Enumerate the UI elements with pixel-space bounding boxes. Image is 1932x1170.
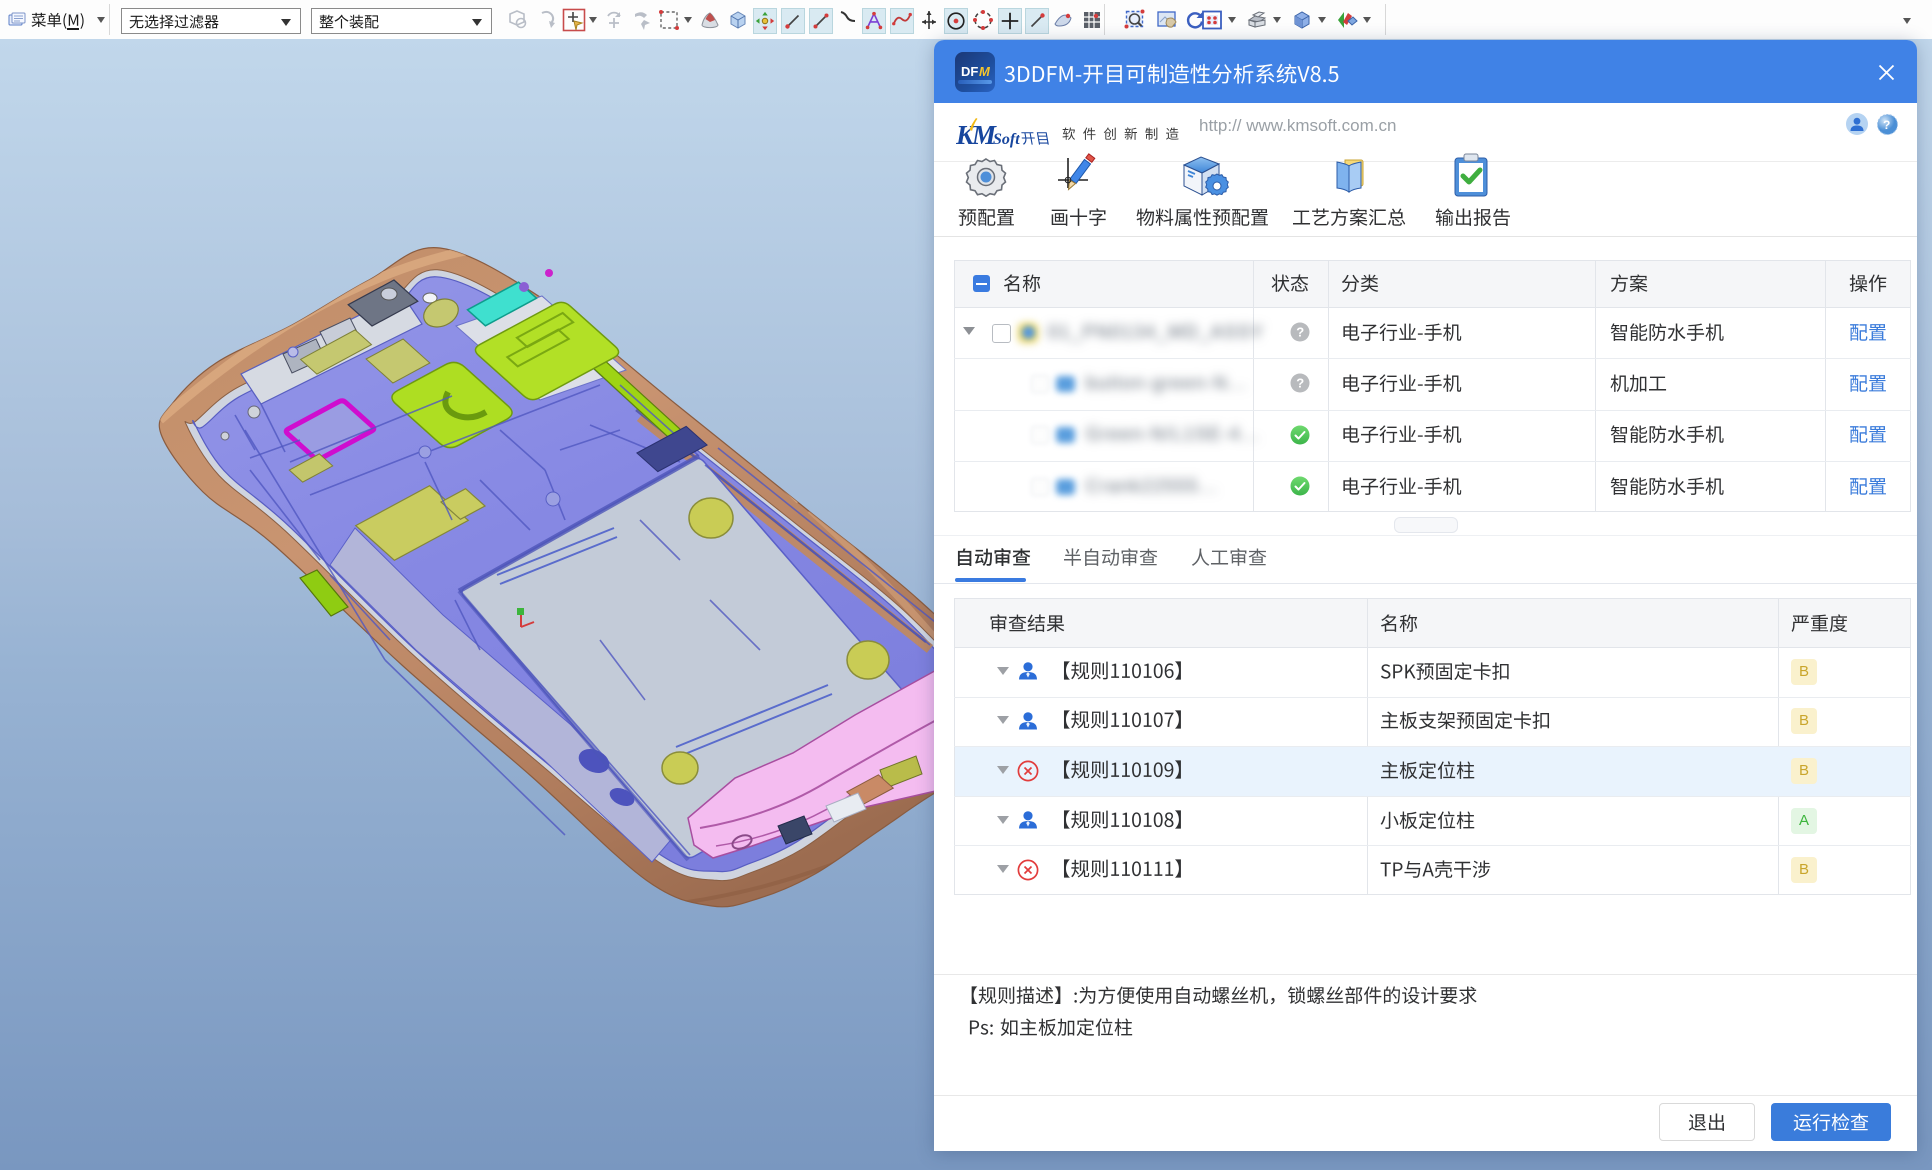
svg-text:?: ? bbox=[1296, 325, 1304, 340]
svg-text:DF: DF bbox=[961, 64, 978, 79]
svg-text:?: ? bbox=[1296, 376, 1304, 391]
svg-text:M: M bbox=[979, 64, 991, 79]
svg-text:Soft: Soft bbox=[993, 131, 1020, 148]
svg-text:?: ? bbox=[1883, 118, 1890, 132]
svg-text:KM: KM bbox=[956, 120, 997, 150]
